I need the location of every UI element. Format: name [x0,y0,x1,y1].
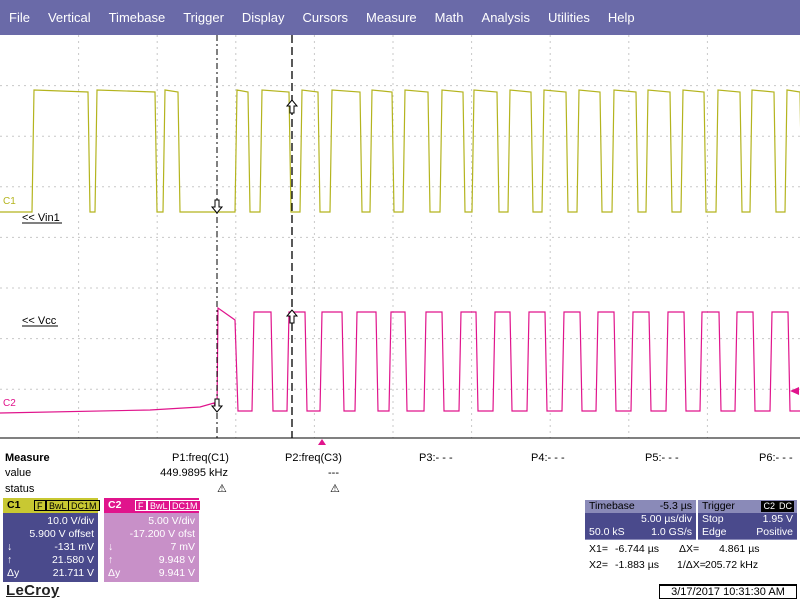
waveform-display[interactable]: C1 << Vin1 C2 << Vcc [0,35,800,445]
timebase-tdiv: 5.00 µs/div [641,513,692,525]
measure-p2-name[interactable]: P2:freq(C3) [285,452,342,464]
channel-2-name: C2 [108,499,122,511]
cursor-x1-value: -6.744 µs [615,543,659,555]
menu-math[interactable]: Math [426,0,473,35]
channel-2-label: << Vcc [22,315,57,327]
trigger-descriptor[interactable]: Trigger C2 DC Stop 1.95 V Edge Positive [698,500,797,540]
measure-p1-name[interactable]: P1:freq(C1) [172,452,229,464]
datetime-display: 3/17/2017 10:31:30 AM [659,584,797,599]
timebase-title: Timebase [589,500,635,512]
channel-1-label: << Vin1 [22,212,60,224]
min-arrow-icon: ↓ [7,541,13,553]
menu-timebase[interactable]: Timebase [100,0,175,35]
measure-title: Measure [5,452,50,464]
measure-p6-name[interactable]: P6:- - - [759,452,793,464]
menu-help[interactable]: Help [599,0,644,35]
timebase-samples: 50.0 kS [589,526,625,538]
channel-1-name: C1 [7,499,21,511]
measure-p1-value: 449.9895 kHz [160,467,228,479]
trigger-type: Edge [702,526,727,538]
cursor-x1-arrow-down-icon [210,199,224,214]
channel-2-descriptor[interactable]: C2 F BwL DC1M 5.00 V/div -17.200 V ofst … [104,498,201,582]
measure-status-label: status [5,483,35,495]
menu-vertical[interactable]: Vertical [39,0,100,35]
timebase-descriptor[interactable]: Timebase -5.3 µs 5.00 µs/div 50.0 kS 1.0 G… [585,500,696,540]
channel-1-descriptor[interactable]: C1 F BwL DC1M 10.0 V/div 5.900 V offset … [3,498,100,582]
cursor-readout: X1= -6.744 µs ΔX= 4.861 µs X2= -1.883 µs… [585,541,797,571]
channel-1-tag-coupling: DC1M [68,500,100,511]
max-arrow-icon: ↑ [108,554,114,566]
brand-logo: LeCroy [6,582,60,599]
menu-cursors[interactable]: Cursors [294,0,358,35]
timebase-rate: 1.0 GS/s [651,526,692,538]
measure-p5-name[interactable]: P5:- - - [645,452,679,464]
measure-p2-value: --- [328,467,339,479]
trigger-mode: Stop [702,513,724,525]
menu-measure[interactable]: Measure [357,0,426,35]
cursor-dx-value: 4.861 µs [719,543,760,555]
menu-file[interactable]: File [0,0,39,35]
channel-1-trace [0,89,800,213]
channel-1-header: C1 F BwL DC1M [3,498,100,513]
channel-2-header: C2 F BwL DC1M [104,498,201,513]
channel-2-offset: -17.200 V ofst [129,528,195,540]
channel-1-marker: C1 [3,196,16,207]
cursor-inv-dx-label: 1/ΔX= [677,559,706,571]
channel-2-min: 7 mV [170,541,195,553]
channel-2-tag-f: F [135,500,147,511]
measure-p4-name[interactable]: P4:- - - [531,452,565,464]
menu-trigger[interactable]: Trigger [174,0,233,35]
channel-2-dy: 9.941 V [158,567,195,579]
measure-p3-name[interactable]: P3:- - - [419,452,453,464]
menu-analysis[interactable]: Analysis [473,0,539,35]
measure-p1-status-icon: ⚠ [217,483,227,495]
cursor-x2-value: -1.883 µs [615,559,659,571]
trigger-level: 1.95 V [762,513,793,525]
max-arrow-icon: ↑ [7,554,13,566]
trigger-coupling-tag: DC [777,501,794,512]
menu-utilities[interactable]: Utilities [539,0,599,35]
menu-display[interactable]: Display [233,0,294,35]
measure-value-label: value [5,467,32,479]
cursor-dx-label: ΔX= [679,543,700,555]
cursor-x2-arrow-up-icon [285,99,299,114]
cursor-x1-arrow-down-icon [210,398,224,413]
channel-2-tag-coupling: DC1M [169,500,201,511]
min-arrow-icon: ↓ [108,541,114,553]
cursor-inv-dx-value: 205.72 kHz [705,559,759,571]
cursor-x2-label: X2= [589,559,608,571]
timebase-delay: -5.3 µs [659,500,692,512]
channel-2-max: 9.948 V [158,554,195,566]
channel-1-offset: 5.900 V offset [29,528,94,540]
trigger-title: Trigger [702,500,735,512]
trigger-slope: Positive [756,526,793,538]
channel-2-vdiv: 5.00 V/div [148,515,195,527]
channel-1-dy: 21.711 V [52,567,94,579]
cursor-x1-label: X1= [589,543,608,555]
menu-bar: File Vertical Timebase Trigger Display Cursor… [0,0,800,35]
channel-2-trace [0,306,800,414]
waveform-canvas[interactable]: C1 << Vin1 C2 << Vcc [0,35,800,445]
channel-1-tag-bwl: BwL [46,500,70,511]
channel-1-tag-f: F [34,500,46,511]
trigger-source-tag: C2 [761,501,777,512]
measure-p2-status-icon: ⚠ [330,483,340,495]
channel-1-min: -131 mV [54,541,94,553]
channel-2-tag-bwl: BwL [147,500,171,511]
channel-1-vdiv: 10.0 V/div [47,515,94,527]
channel-1-max: 21.580 V [51,554,94,566]
measure-panel: Measure value status P1:freq(C1) 449.989… [0,445,800,497]
channel-2-marker: C2 [3,398,16,409]
channel-2-dy-label: Δy [108,567,121,579]
channel-1-dy-label: Δy [7,567,20,579]
trigger-level-marker-icon [790,387,799,395]
